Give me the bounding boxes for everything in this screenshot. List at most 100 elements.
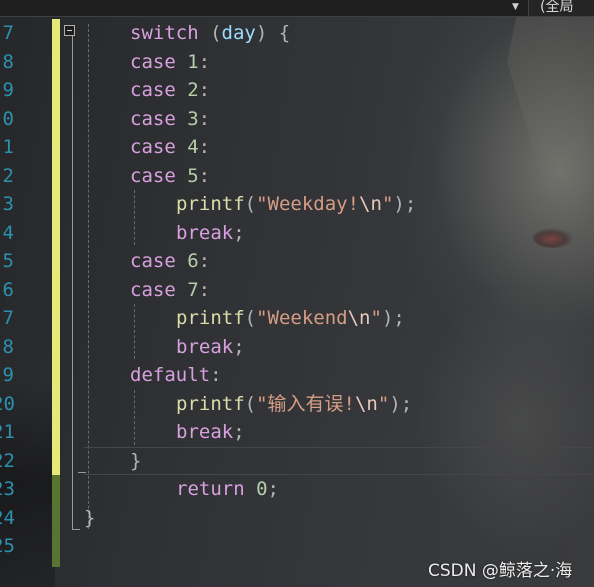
line-number: 23 [0,478,15,500]
code-token: printf [176,392,245,415]
code-token: ; [233,335,245,358]
code-token: ; [267,478,279,500]
code-token: 1 [187,50,199,73]
code-token: : [198,107,211,130]
member-dropdown[interactable] [0,0,529,16]
watermark: CSDN @鲸落之·海 [428,561,573,581]
code-line[interactable]: case 3: [130,105,210,134]
line-number: 22 [0,449,15,472]
code-token: case [130,79,176,101]
code-token: \n [347,307,371,329]
line-number: 9 [2,364,14,386]
code-token: ( [244,307,257,329]
code-token: ( [198,22,222,44]
code-token: case [130,107,176,130]
code-token: "输入有误! [256,392,355,415]
line-number: 7 [2,307,14,329]
code-line[interactable]: case 5: [130,162,210,191]
code-line[interactable]: return 0; [176,475,279,504]
code-token: ; [233,221,245,244]
code-token: ); [389,392,413,415]
code-token: : [198,50,211,73]
code-token: case [130,278,176,301]
code-line[interactable]: case 6: [130,247,210,276]
code-line[interactable]: printf("Weekday!\n"); [176,190,416,219]
saved-change-marker [52,475,60,567]
line-number: 4 [2,221,14,244]
code-line[interactable]: case 1: [130,48,210,77]
code-token: printf [176,193,245,215]
code-line[interactable]: } [84,504,95,533]
code-line[interactable]: break; [176,418,245,447]
code-line[interactable]: } [130,447,141,476]
code-token: \n [359,193,382,215]
code-line[interactable]: default: [130,361,222,390]
code-token: break [176,221,234,244]
line-number: 20 [0,392,15,415]
code-token: ); [381,307,405,329]
code-token: switch [130,22,199,44]
code-token: 2 [187,79,199,101]
fold-region-end [72,529,80,530]
line-number: 5 [2,250,14,272]
line-number: 2 [2,164,14,187]
code-line[interactable]: case 2: [130,76,210,105]
chevron-down-icon[interactable]: ▼ [512,2,519,12]
code-line[interactable]: break; [176,333,245,362]
code-token: : [198,278,211,301]
code-token: "Weekend [256,307,348,329]
code-token: case [130,136,176,158]
code-token: case [130,164,176,187]
current-line-highlight [84,447,594,475]
code-token: ); [393,193,417,215]
code-line[interactable]: break; [176,219,245,248]
code-token: day [221,22,256,44]
code-token: printf [176,307,245,329]
line-number: 6 [2,278,14,301]
code-token: ( [244,193,257,215]
line-number: 3 [2,193,14,215]
collapse-icon[interactable] [64,25,75,36]
code-token: ; [233,421,245,443]
code-line[interactable]: printf("Weekend\n"); [176,304,405,333]
code-token: "Weekday! [256,193,360,215]
code-token: : [198,136,211,158]
line-number: 21 [0,421,15,443]
line-number: 7 [2,22,14,44]
code-token: break [176,421,234,443]
code-token: } [130,449,142,472]
line-number: 24 [0,506,15,529]
code-token: return [176,478,245,500]
code-token: 0 [256,478,268,500]
code-token: : [198,164,211,187]
code-token: break [176,335,234,358]
code-token: 5 [187,164,199,187]
code-token: " [377,392,390,415]
indent-guide [134,390,135,445]
code-line[interactable]: printf("输入有误!\n"); [176,390,412,419]
line-number: 9 [2,79,14,101]
code-token: 6 [187,250,199,272]
unsaved-change-marker [52,19,60,475]
code-token: : [198,250,211,272]
editor-background-image [0,0,594,587]
indent-guide [134,190,135,245]
indent-guide [134,304,135,359]
code-token: 3 [187,107,199,130]
code-token: case [130,50,176,73]
code-line[interactable]: case 7: [130,276,210,305]
code-token: " [370,307,382,329]
code-token: case [130,250,176,272]
code-token: 4 [187,136,199,158]
code-token: 7 [187,278,199,301]
scope-dropdown[interactable]: (全局 [540,0,573,16]
code-token: default [130,364,211,386]
code-line[interactable]: switch (day) { [130,19,290,48]
code-line[interactable]: case 4: [130,133,210,162]
code-token: } [84,506,96,529]
